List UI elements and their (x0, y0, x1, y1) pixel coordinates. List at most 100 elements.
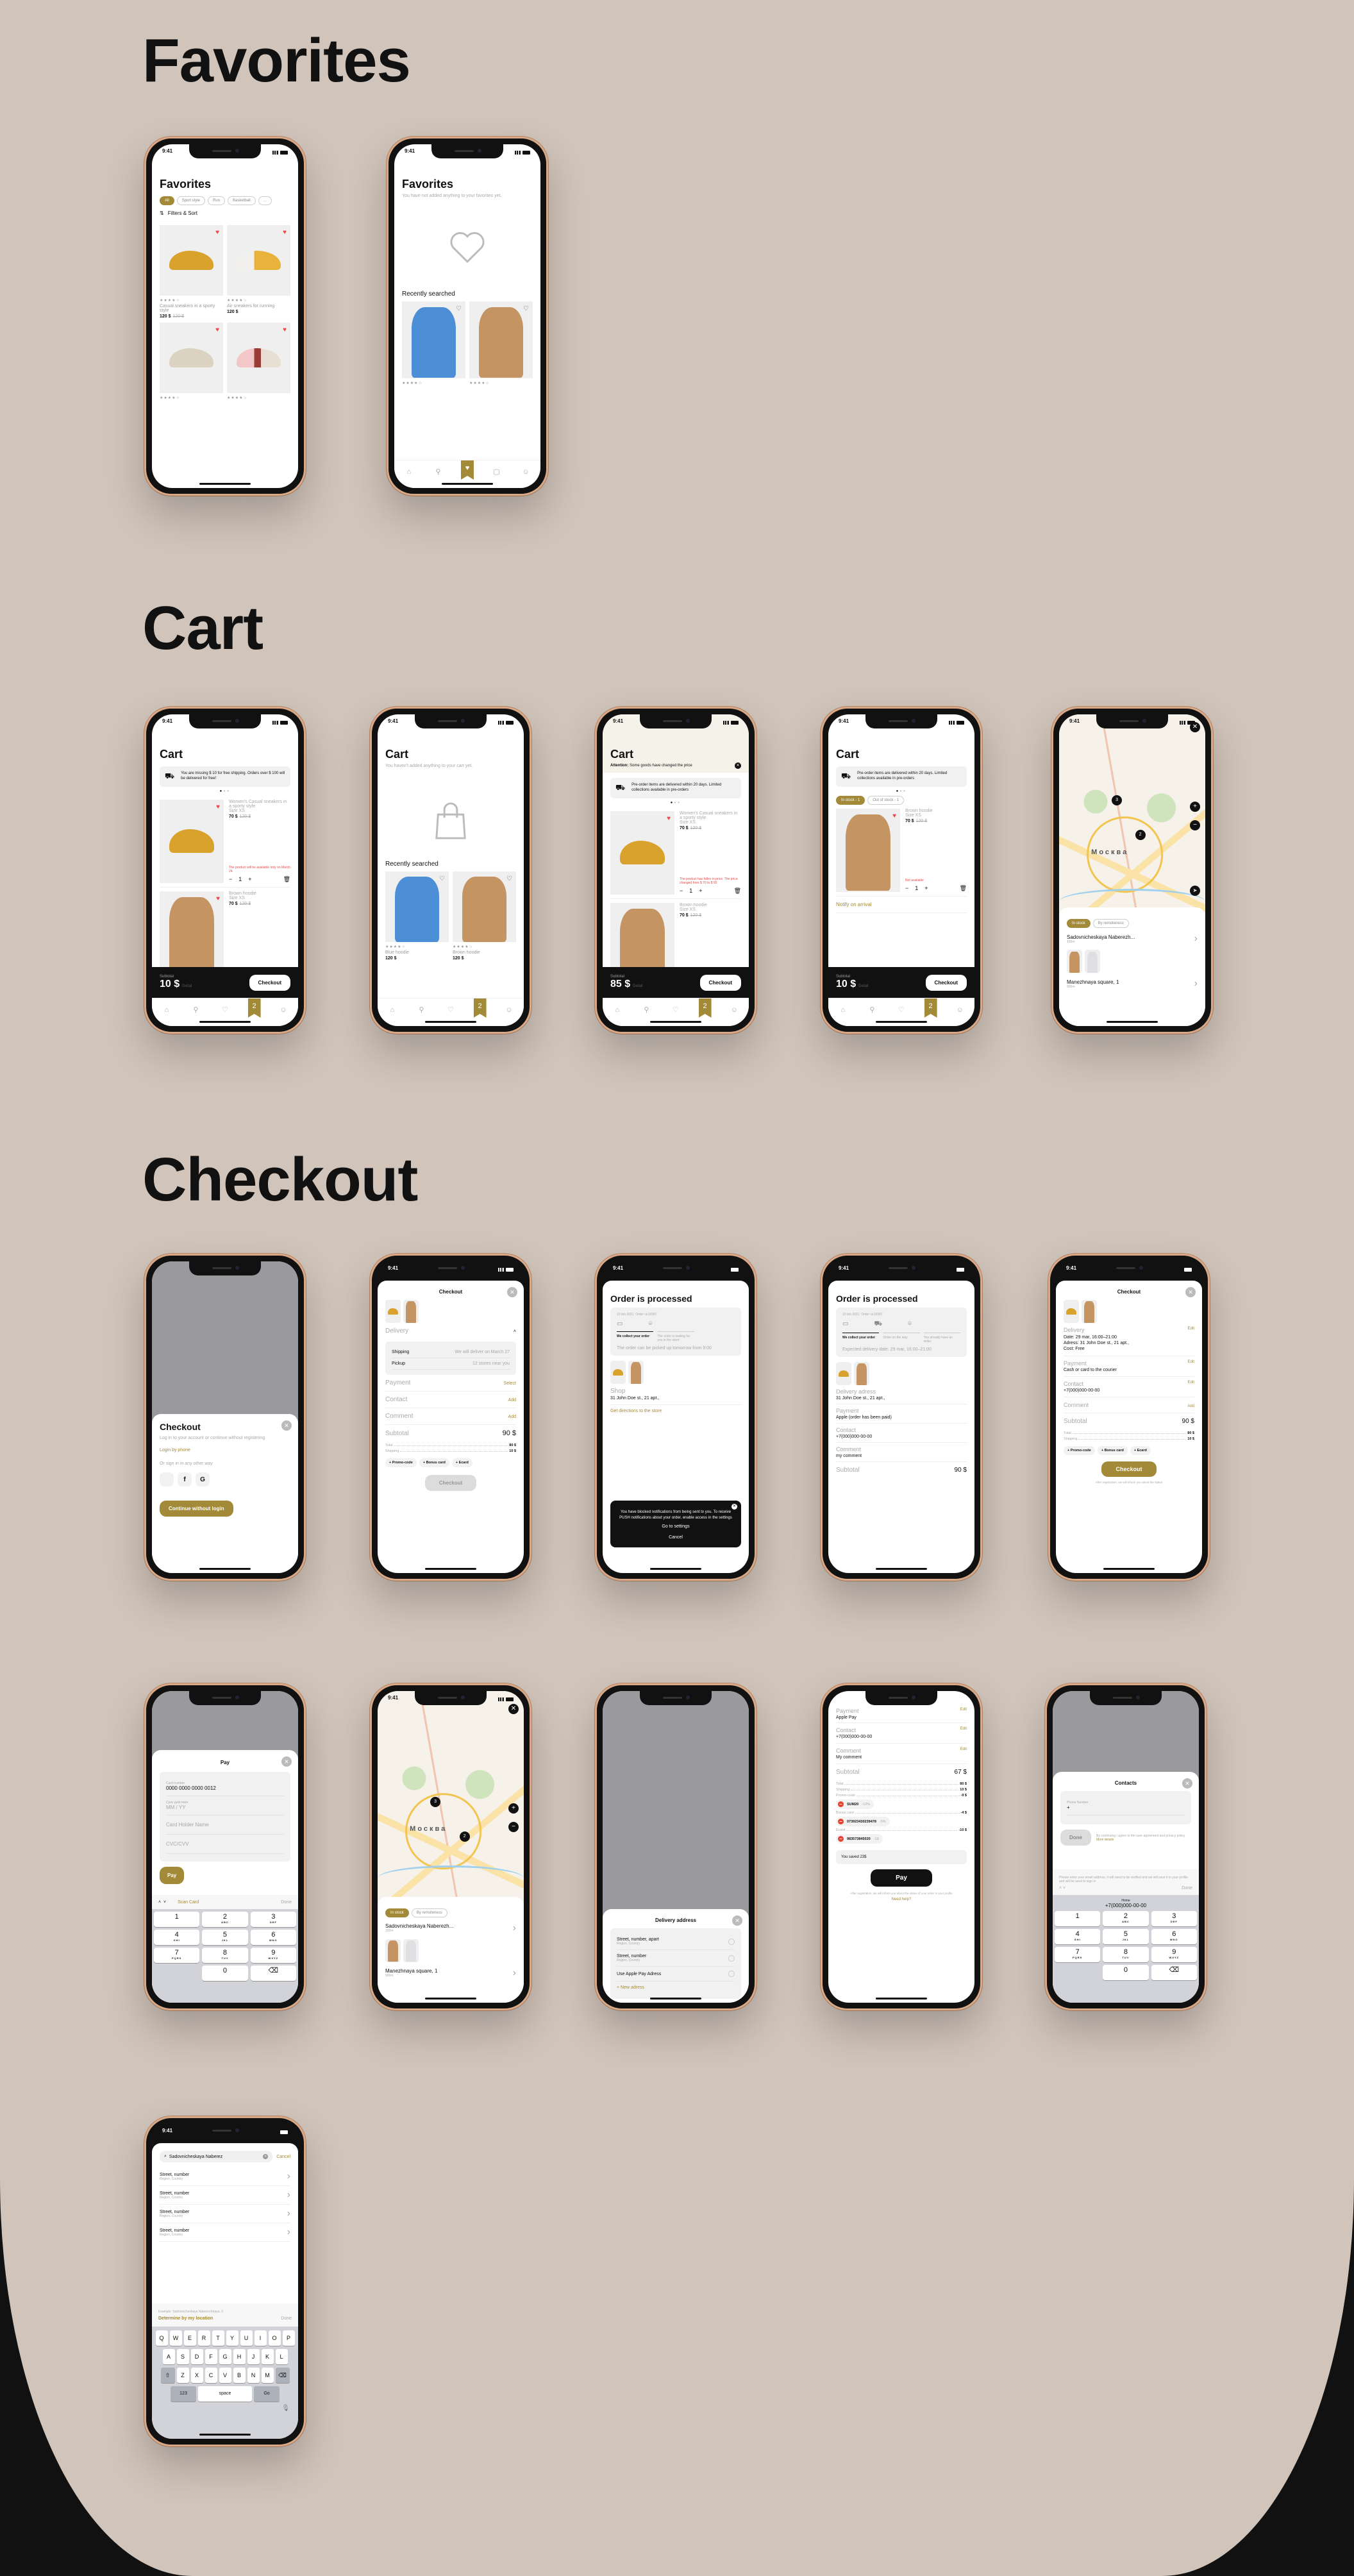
done-button[interactable]: Done (281, 2316, 292, 2321)
chip-in-stock[interactable]: In stock (385, 1908, 409, 1917)
key-letter[interactable]: M (261, 2368, 274, 2383)
increase-qty-button[interactable]: + (924, 885, 928, 891)
key-letter[interactable]: A (162, 2349, 175, 2364)
key-letter[interactable]: C (205, 2368, 217, 2383)
search-result[interactable]: Street, number Region, Country › (160, 2186, 290, 2205)
key-9[interactable]: 9 WXYZ (1151, 1947, 1197, 1962)
notify-on-arrival-link[interactable]: Notify on arrival (836, 897, 967, 913)
key-8[interactable]: 8 TUV (202, 1948, 248, 1963)
key-space[interactable]: space (198, 2386, 252, 2402)
key-letter[interactable]: O (268, 2330, 281, 2346)
product-card[interactable]: ♥ ★★★★☆ (227, 323, 290, 400)
product-card[interactable]: ♡ ★★★★☆ (402, 301, 465, 385)
card-number-input[interactable]: 0000 0000 0000 0012 (166, 1785, 284, 1791)
tab-profile-icon[interactable]: ☺ (953, 1004, 966, 1016)
locate-me-arrow-icon[interactable]: ➤ (1190, 886, 1200, 897)
radio-button[interactable] (728, 1938, 735, 1945)
key-6[interactable]: 6 MNO (1151, 1929, 1197, 1944)
shipping-option[interactable]: Shipping We will deliver on March 27 (392, 1347, 510, 1358)
tab-home-icon[interactable]: ⌂ (837, 1004, 849, 1016)
heart-filled-icon[interactable]: ♥ (216, 804, 220, 811)
decrease-qty-button[interactable]: − (905, 885, 908, 891)
google-icon[interactable]: G (196, 1472, 210, 1487)
autofill-suggestion[interactable]: Home +7(000)000-00-00 (1055, 1898, 1197, 1911)
chip-sport-style[interactable]: Sport style (176, 196, 206, 205)
heart-filled-icon[interactable]: ♥ (283, 326, 287, 333)
tab-profile-icon[interactable]: ☺ (728, 1004, 740, 1016)
key-letter[interactable]: Y (226, 2330, 238, 2346)
store-item[interactable]: Sadovnicheskaya Naberezh... 150m › (1067, 933, 1198, 945)
key-letter[interactable]: Q (155, 2330, 168, 2346)
comment-edit-link[interactable]: Edit (960, 1747, 967, 1754)
cancel-button[interactable]: Cancel (617, 1535, 735, 1542)
more-details-link[interactable]: More details (1096, 1838, 1114, 1842)
key-6[interactable]: 6 MNO (250, 1930, 296, 1945)
tab-cart-bag-icon[interactable]: 2 (473, 998, 487, 1018)
zoom-out-button[interactable]: − (1190, 820, 1200, 831)
microphone-icon[interactable]: 🎙 (154, 2405, 296, 2412)
chip-run[interactable]: Run (208, 196, 226, 205)
expiry-input[interactable]: MM / YY (166, 1805, 284, 1810)
decrease-qty-button[interactable]: − (229, 876, 232, 882)
product-card[interactable]: ♥ ★★★★☆ (160, 323, 223, 400)
delivery-edit-link[interactable]: Edit (1188, 1327, 1194, 1333)
cart-item[interactable]: ♥ Women's Casual sneakers in a sporty st… (160, 796, 290, 888)
key-letter[interactable]: H (233, 2349, 246, 2364)
dismiss-attention-close-icon[interactable]: ✕ (735, 762, 741, 769)
store-item[interactable]: Manezhnaya square, 1 900m › (385, 1967, 516, 1979)
key-letter[interactable]: I (254, 2330, 267, 2346)
product-card[interactable]: ♡ ★★★★☆ (469, 301, 533, 385)
apple-pay-button[interactable]: Pay (871, 1869, 932, 1887)
add-promo-code-button[interactable]: + Promo-code (385, 1458, 417, 1467)
filters-sort-button[interactable]: ⇅ Filters & Sort (160, 210, 290, 216)
key-4[interactable]: 4 GHI (154, 1930, 200, 1945)
key-9[interactable]: 9 WXYZ (250, 1948, 296, 1963)
zoom-in-button[interactable]: + (508, 1803, 519, 1814)
cart-item[interactable]: ♥ Women's Casual sneakers in a sporty st… (610, 807, 741, 899)
checkout-button[interactable]: Checkout (249, 974, 290, 991)
comment-add-link[interactable]: Add (508, 1415, 516, 1419)
close-icon[interactable]: ✕ (731, 1504, 737, 1510)
product-card[interactable]: ♡ ★★★★☆ Blue hoodie 120 $ (385, 871, 449, 961)
tab-home-icon[interactable]: ⌂ (611, 1004, 624, 1016)
tab-catalog-hanger-icon[interactable]: ⚲ (189, 1004, 202, 1016)
facebook-icon[interactable]: f (178, 1472, 192, 1487)
remove-code-button[interactable]: − (838, 1819, 844, 1824)
tab-home-icon[interactable]: ⌂ (160, 1004, 173, 1016)
trash-icon[interactable]: 🗑 (283, 876, 290, 883)
key-letter[interactable]: F (205, 2349, 217, 2364)
tab-cart-bag-icon[interactable]: 2 (247, 998, 261, 1018)
heart-outline-icon[interactable]: ♡ (523, 305, 529, 312)
key-2[interactable]: 2 ABC (1103, 1911, 1149, 1926)
done-button[interactable]: Done (1182, 1886, 1192, 1890)
payment-edit-link[interactable]: Edit (1188, 1360, 1194, 1367)
trash-icon[interactable]: 🗑 (734, 888, 741, 895)
heart-filled-icon[interactable]: ♥ (667, 815, 671, 822)
shift-icon[interactable]: ⇧ (160, 2368, 175, 2383)
new-address-link[interactable]: + New adress (617, 1985, 735, 1990)
key-7[interactable]: 7 PQRS (1055, 1947, 1101, 1962)
key-0[interactable]: 0 (1103, 1965, 1149, 1980)
key-1[interactable]: 1 (154, 1912, 200, 1927)
heart-outline-icon[interactable]: ♡ (506, 875, 512, 882)
product-card[interactable]: ♥ ★★★★☆ Air sneakers for running 120 $ (227, 225, 290, 319)
tab-home-icon[interactable]: ⌂ (403, 466, 415, 478)
close-icon[interactable]: ✕ (732, 1915, 742, 1926)
key-letter[interactable]: Z (176, 2368, 189, 2383)
tab-favorites-heart-icon[interactable]: ♡ (669, 1004, 682, 1016)
key-4[interactable]: 4 GHI (1055, 1929, 1101, 1944)
payment-select-link[interactable]: Select (504, 1381, 516, 1386)
address-search-input[interactable]: ⌕ Sadovnicheskaya Naberez ✕ (160, 2151, 273, 2162)
get-directions-link[interactable]: Get directions to the store (610, 1409, 741, 1413)
key-3[interactable]: 3 DEF (250, 1912, 296, 1927)
heart-filled-icon[interactable]: ♥ (892, 812, 896, 820)
tab-catalog-hanger-icon[interactable]: ⚲ (640, 1004, 653, 1016)
key-123[interactable]: 123 (171, 2386, 196, 2402)
detail-link[interactable]: Detail (858, 984, 868, 988)
pay-button[interactable]: Pay (160, 1867, 185, 1885)
done-button-disabled[interactable]: Done (1060, 1830, 1091, 1846)
radio-button[interactable] (728, 1955, 735, 1962)
search-result[interactable]: Street, number Region, Country › (160, 2168, 290, 2186)
clear-icon[interactable]: ✕ (263, 2154, 269, 2159)
chip-by-remoteness[interactable]: By remoteness (1092, 919, 1129, 929)
